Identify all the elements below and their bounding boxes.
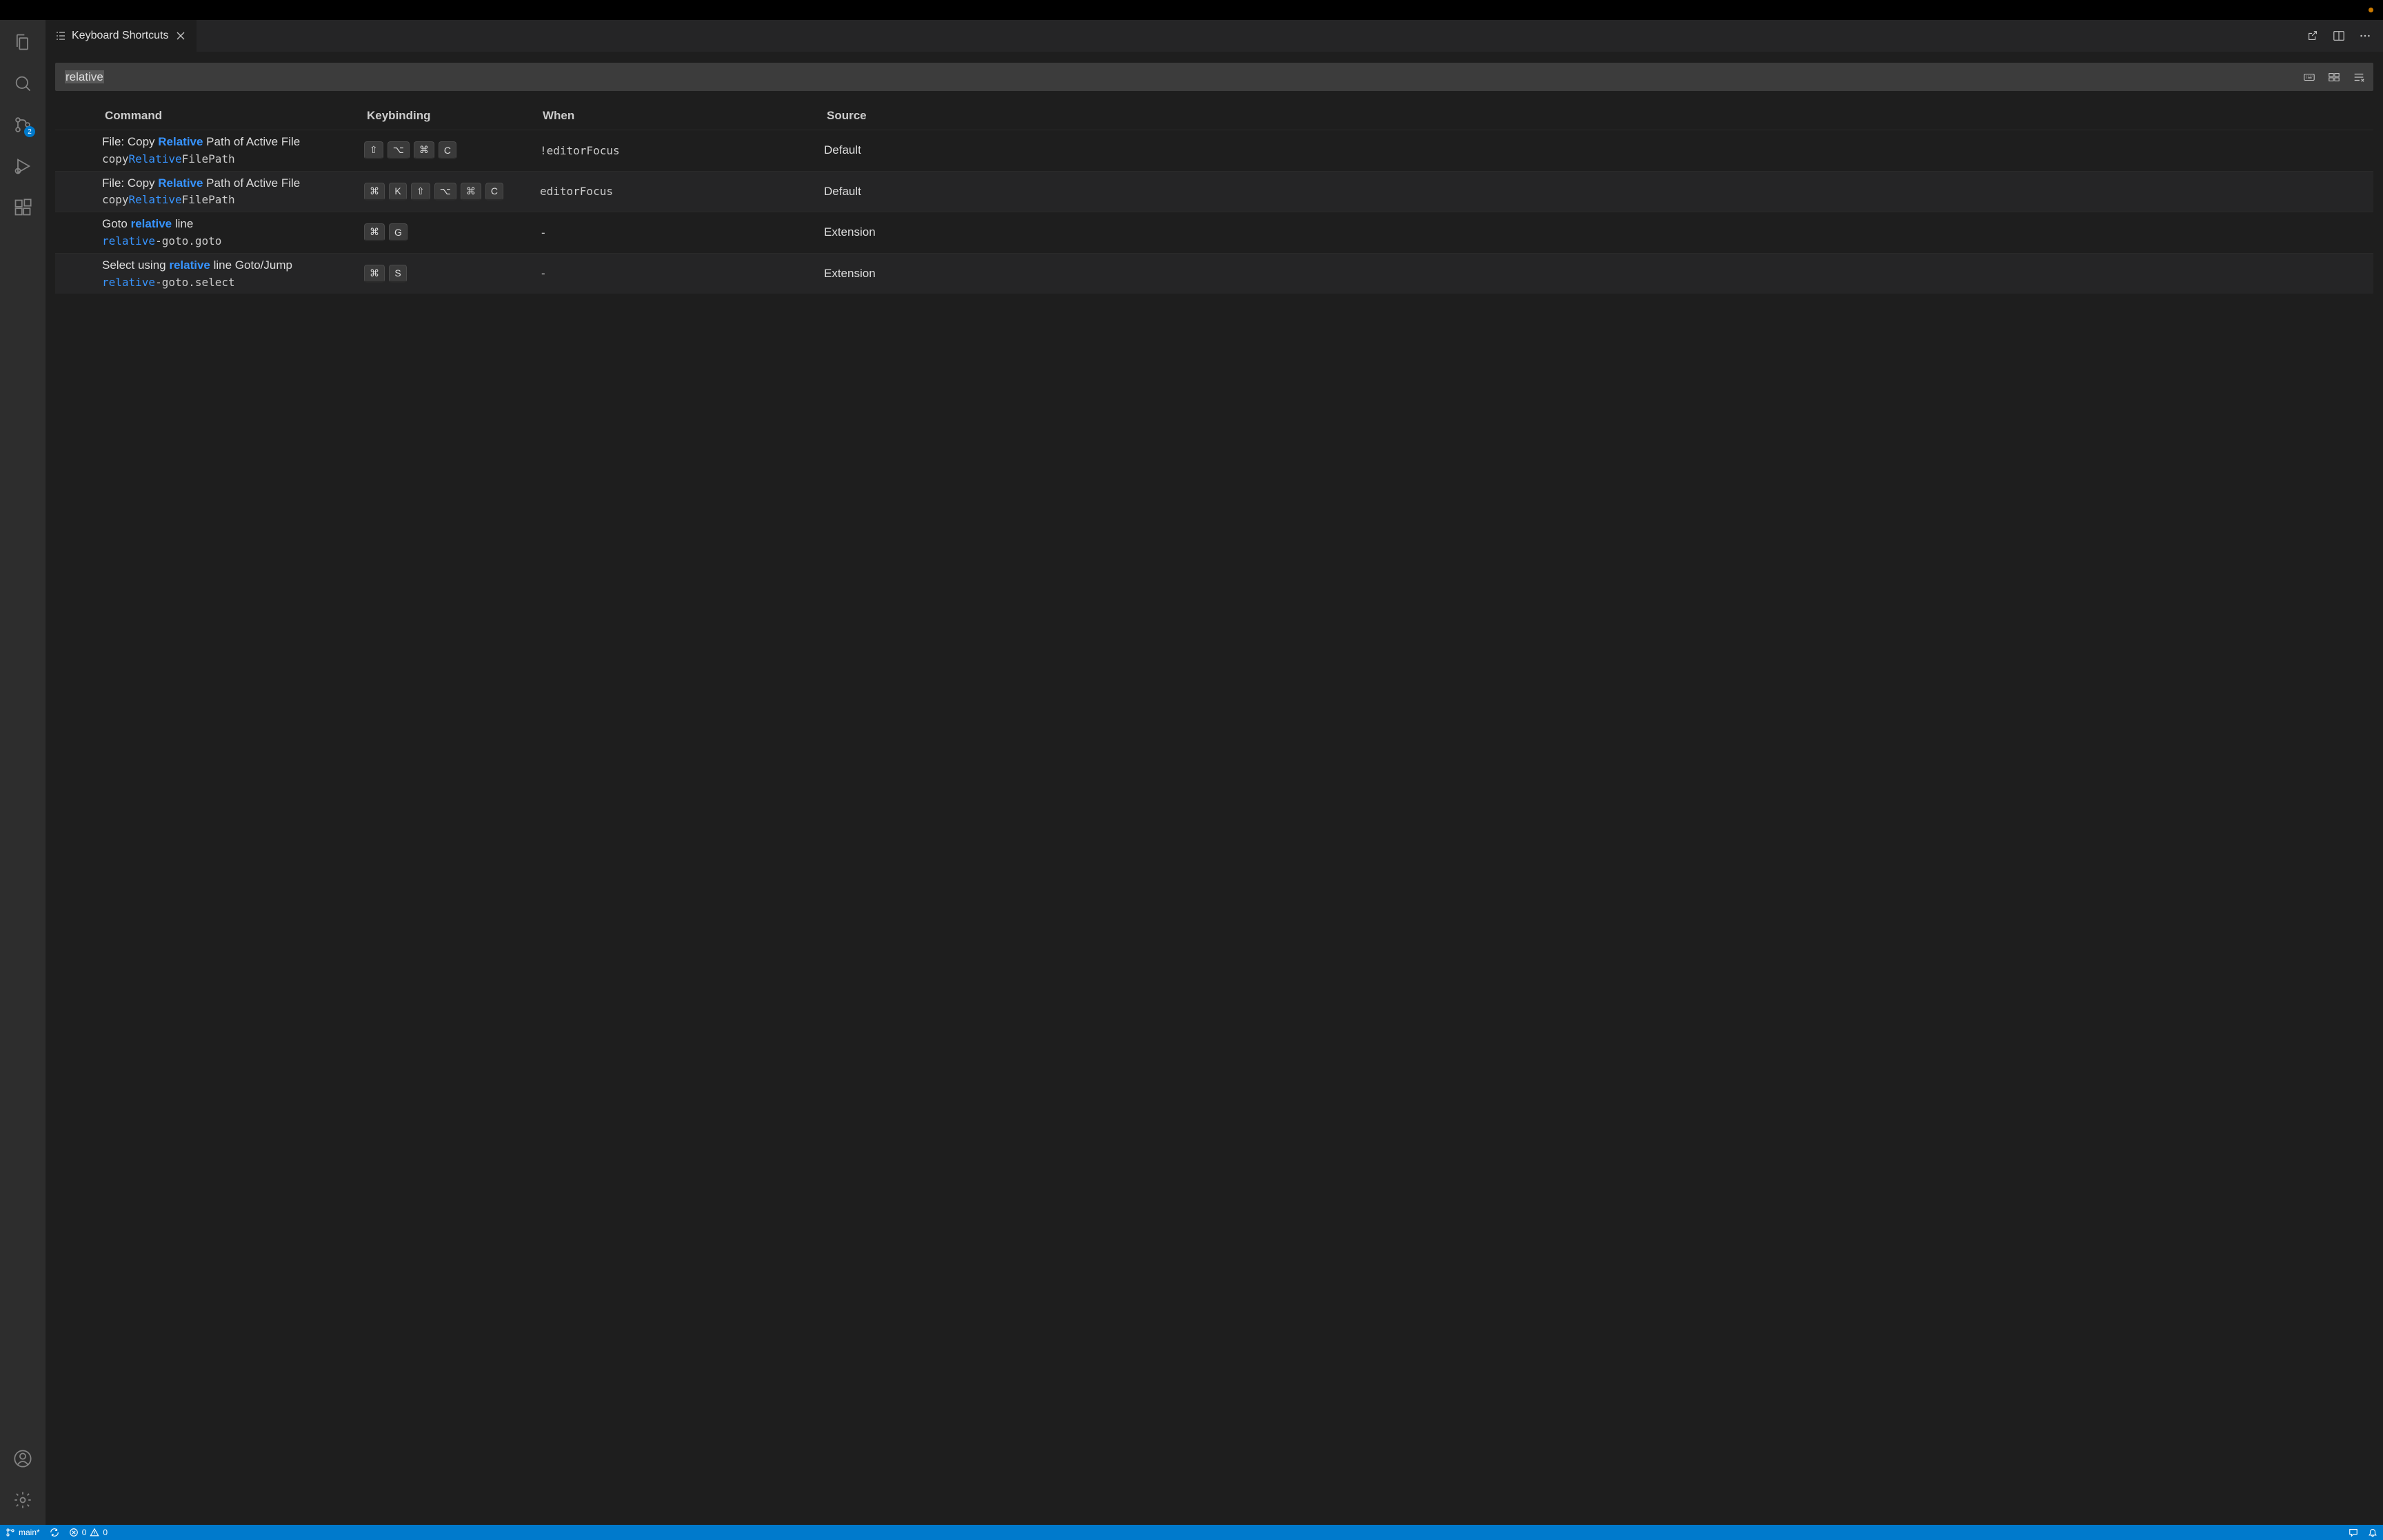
key-cap: S bbox=[389, 265, 407, 283]
sync-icon bbox=[50, 1528, 59, 1537]
tab-title: Keyboard Shortcuts bbox=[72, 30, 169, 42]
tab-bar: Keyboard Shortcuts bbox=[46, 20, 2383, 52]
header-keybinding[interactable]: Keybinding bbox=[364, 109, 540, 123]
editor-area: Keyboard Shortcuts relativ bbox=[46, 20, 2383, 1525]
modified-indicator-icon bbox=[2369, 8, 2373, 12]
status-notifications[interactable] bbox=[2368, 1528, 2377, 1537]
tab-keyboard-shortcuts[interactable]: Keyboard Shortcuts bbox=[46, 20, 197, 52]
key-cap: ⌘ bbox=[364, 183, 385, 201]
table-row[interactable]: File: Copy Relative Path of Active Filec… bbox=[55, 171, 2373, 212]
keybinding-cell: ⌘G bbox=[364, 223, 540, 241]
source-control-icon[interactable]: 2 bbox=[6, 108, 39, 141]
key-cap: ⌥ bbox=[434, 183, 456, 201]
source-cell: Default bbox=[824, 143, 2373, 157]
command-cell: File: Copy Relative Path of Active Filec… bbox=[102, 176, 364, 208]
close-icon[interactable] bbox=[174, 30, 187, 42]
list-icon bbox=[55, 30, 66, 41]
key-cap: G bbox=[389, 223, 408, 241]
key-cap: C bbox=[485, 183, 503, 201]
key-cap: ⌘ bbox=[461, 183, 481, 201]
key-cap: ⇧ bbox=[364, 141, 383, 159]
command-cell: File: Copy Relative Path of Active Filec… bbox=[102, 134, 364, 167]
key-cap: K bbox=[389, 183, 407, 201]
split-editor-icon[interactable] bbox=[2331, 28, 2347, 44]
search-icon[interactable] bbox=[6, 67, 39, 100]
status-feedback[interactable] bbox=[2349, 1528, 2358, 1537]
header-command[interactable]: Command bbox=[102, 109, 364, 123]
titlebar bbox=[0, 0, 2383, 20]
key-cap: C bbox=[439, 141, 456, 159]
statusbar: main* 0 0 bbox=[0, 1525, 2383, 1540]
table-row[interactable]: Select using relative line Goto/Jumprela… bbox=[55, 253, 2373, 294]
workbench: 2 Keyboard Shortcuts bbox=[0, 20, 2383, 1525]
open-keybindings-json-icon[interactable] bbox=[2304, 28, 2321, 44]
search-input[interactable]: relative bbox=[55, 63, 2373, 91]
table-header: Command Keybinding When Source bbox=[55, 102, 2373, 130]
settings-gear-icon[interactable] bbox=[6, 1483, 39, 1517]
keybinding-cell: ⇧ ⌥⌘ C bbox=[364, 141, 540, 159]
command-cell: Select using relative line Goto/Jumprela… bbox=[102, 258, 364, 290]
status-problems[interactable]: 0 0 bbox=[69, 1528, 108, 1537]
run-debug-icon[interactable] bbox=[6, 150, 39, 183]
header-source[interactable]: Source bbox=[824, 109, 2373, 123]
table-row[interactable]: File: Copy Relative Path of Active Filec… bbox=[55, 130, 2373, 171]
header-when[interactable]: When bbox=[540, 109, 824, 123]
source-cell: Extension bbox=[824, 225, 2373, 239]
branch-name: main* bbox=[19, 1528, 40, 1537]
table-row[interactable]: Goto relative linerelative-goto.goto⌘G-E… bbox=[55, 212, 2373, 253]
bell-icon bbox=[2368, 1528, 2377, 1537]
sort-precedence-icon[interactable] bbox=[2326, 70, 2342, 85]
extensions-icon[interactable] bbox=[6, 191, 39, 224]
source-cell: Extension bbox=[824, 267, 2373, 281]
error-count: 0 bbox=[82, 1528, 87, 1537]
key-cap: ⌘ bbox=[364, 265, 385, 283]
keybinding-cell: ⌘S bbox=[364, 265, 540, 283]
warning-icon bbox=[90, 1528, 99, 1537]
accounts-icon[interactable] bbox=[6, 1442, 39, 1475]
key-cap: ⌘ bbox=[364, 223, 385, 241]
status-branch[interactable]: main* bbox=[6, 1528, 40, 1537]
status-sync[interactable] bbox=[50, 1528, 59, 1537]
when-cell: !editorFocus bbox=[540, 144, 824, 157]
clear-search-icon[interactable] bbox=[2351, 70, 2366, 85]
explorer-icon[interactable] bbox=[6, 26, 39, 59]
search-text: relative bbox=[65, 70, 2302, 84]
source-cell: Default bbox=[824, 185, 2373, 199]
when-cell: editorFocus bbox=[540, 185, 824, 198]
command-cell: Goto relative linerelative-goto.goto bbox=[102, 216, 364, 249]
git-branch-icon bbox=[6, 1528, 15, 1537]
keybinding-cell: ⌘K⇧⌥⌘C bbox=[364, 183, 540, 201]
key-cap: ⌘ bbox=[414, 141, 434, 159]
activitybar: 2 bbox=[0, 20, 46, 1525]
warning-count: 0 bbox=[103, 1528, 108, 1537]
feedback-icon bbox=[2349, 1528, 2358, 1537]
key-cap: ⇧ bbox=[411, 183, 430, 201]
error-icon bbox=[69, 1528, 79, 1537]
record-keys-icon[interactable] bbox=[2302, 70, 2317, 85]
shortcuts-table: Command Keybinding When Source File: Cop… bbox=[55, 102, 2373, 1525]
more-actions-icon[interactable] bbox=[2357, 28, 2373, 44]
scm-badge: 2 bbox=[24, 126, 35, 137]
keyboard-shortcuts-editor: relative Command bbox=[46, 52, 2383, 1525]
when-cell: - bbox=[540, 267, 824, 280]
key-cap: ⌥ bbox=[388, 141, 410, 159]
when-cell: - bbox=[540, 226, 824, 239]
